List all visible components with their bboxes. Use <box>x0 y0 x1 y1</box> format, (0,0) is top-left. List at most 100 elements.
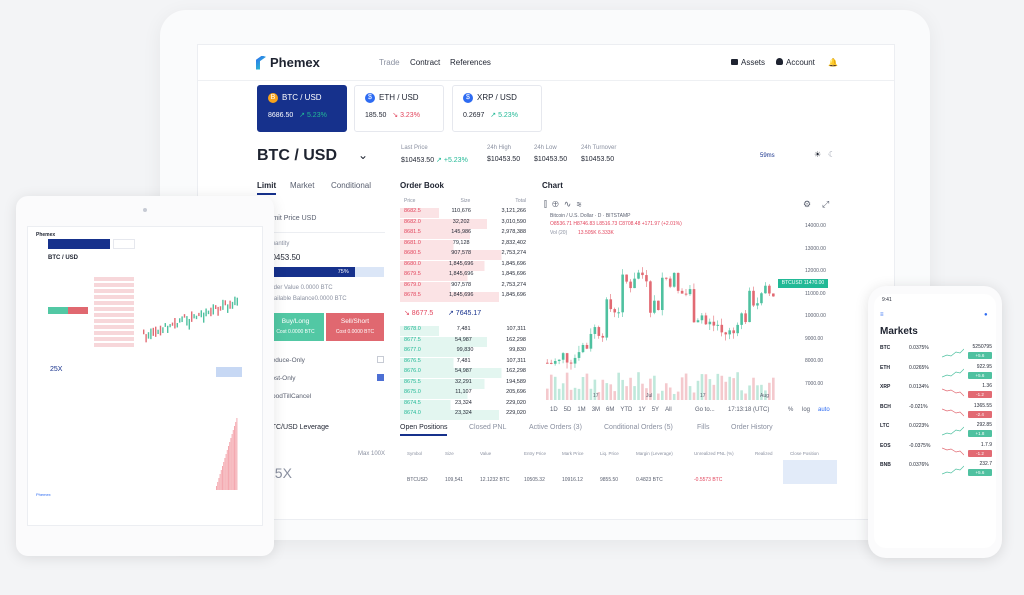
range-button[interactable]: 1Y <box>638 407 645 413</box>
order-book-row[interactable]: 8678.0 7,481 107,311 <box>400 326 530 336</box>
order-book-row[interactable]: 8682.5 110,676 3,121,266 <box>400 208 530 218</box>
ticker-btc[interactable]: B BTC / USD 8686.50 ↗ 5.23% <box>257 85 347 132</box>
candle-body <box>680 290 684 294</box>
ticker-price: 185.50 <box>365 112 387 119</box>
tablet-ticker-btc[interactable] <box>48 239 110 249</box>
tablet-close-button[interactable] <box>216 367 242 377</box>
order-book-row[interactable]: 8680.0 1,845,696 1,845,696 <box>400 260 530 271</box>
nav-account[interactable]: Account <box>776 58 815 67</box>
post-only-checkbox[interactable] <box>377 374 384 381</box>
order-book-row[interactable]: 8682.0 32,202 3,010,590 <box>400 218 530 229</box>
price-cell: 8680.0 <box>404 260 421 267</box>
order-book-row[interactable]: 8676.5 7,481 107,311 <box>400 357 530 368</box>
tab-limit[interactable]: Limit <box>257 181 277 195</box>
order-book-row[interactable]: 8679.5 1,845,696 1,845,696 <box>400 271 530 281</box>
phemex-logo[interactable]: Phemex <box>256 55 320 70</box>
positions-tab[interactable]: Order History <box>731 424 773 431</box>
menu-icon[interactable]: ≡ <box>880 312 884 318</box>
market-row[interactable]: XRP 0.0134% 1.36 -1.2 <box>880 383 992 402</box>
order-book-row[interactable]: 8674.0 23,324 229,020 <box>400 410 530 420</box>
fullscreen-icon[interactable]: ⤢ <box>822 199 829 210</box>
nav-references[interactable]: References <box>450 58 491 67</box>
order-book-row[interactable]: 8675.0 11,107 205,696 <box>400 389 530 399</box>
stat-last-price: Last Price $10453.50 ↗ +5.23% <box>401 145 468 164</box>
price-tick: 9000.00 <box>805 335 824 342</box>
notification-icon[interactable]: ● <box>984 312 988 318</box>
reduce-only-checkbox[interactable] <box>377 356 384 363</box>
percent-toggle[interactable]: % <box>788 407 793 413</box>
settings-icon[interactable]: ⚙ <box>803 199 811 210</box>
ticker-eth[interactable]: $ ETH / USD 185.50 ↘ 3.23% <box>354 85 444 132</box>
order-book-row[interactable]: 8679.0 907,578 2,753,274 <box>400 281 530 292</box>
order-book-row[interactable]: 8675.5 32,291 194,589 <box>400 378 530 389</box>
candle-body <box>756 303 759 306</box>
goto-button[interactable]: Go to... <box>695 407 715 413</box>
bell-icon[interactable]: 🔔 <box>828 58 838 67</box>
market-row[interactable]: ETH 0.0265% 922.95 +5.6 <box>880 364 992 383</box>
current-price-tag: BTCUSD 11470.00 <box>778 279 828 288</box>
chart-toolbar[interactable]: ⫿⊕∿≋ <box>544 199 587 210</box>
positions-tab[interactable]: Conditional Orders (5) <box>604 424 673 431</box>
range-button[interactable]: 1M <box>577 407 585 413</box>
ticker-xrp[interactable]: $ XRP / USD 0.2697 ↗ 5.23% <box>452 85 542 132</box>
order-book-row[interactable]: 8681.5 145,986 2,978,388 <box>400 229 530 239</box>
funding-rate: 0.0134% <box>909 384 929 390</box>
sell-short-button[interactable]: Sell/Short Cost 0.0000 BTC <box>326 313 384 341</box>
positions-cell: 12.1232 BTC <box>480 477 510 483</box>
candle-body <box>605 299 609 338</box>
tablet-ticker-eth[interactable] <box>113 239 135 249</box>
nav-trade[interactable]: Trade <box>379 58 400 67</box>
range-button[interactable]: YTD <box>620 407 632 413</box>
sparkline <box>942 447 964 455</box>
tab-market[interactable]: Market <box>290 181 314 190</box>
market-row[interactable]: LTC 0.0223% 292.85 +1.8 <box>880 422 992 441</box>
price-cell: 8680.5 <box>404 250 421 256</box>
order-book-row[interactable]: 8677.5 54,987 162,298 <box>400 336 530 347</box>
limit-price-field[interactable]: Limit Price USD <box>267 215 316 222</box>
nav-contract[interactable]: Contract <box>410 58 440 67</box>
range-button[interactable]: 5D <box>564 407 572 413</box>
buy-long-button[interactable]: Buy/Long Cost 0.0000 BTC <box>267 313 324 341</box>
log-toggle[interactable]: log <box>802 407 810 413</box>
moon-icon[interactable]: ☾ <box>828 150 835 159</box>
order-book-row[interactable]: 8678.5 1,845,696 1,845,696 <box>400 292 530 302</box>
range-button[interactable]: 1D <box>550 407 558 413</box>
order-book-row[interactable]: 8677.0 99,830 99,830 <box>400 347 530 357</box>
size-cell: 1,845,696 <box>448 292 474 298</box>
market-row[interactable]: BCH -0.021% 1365.55 -2.4 <box>880 403 992 422</box>
percent-slider[interactable]: 75% <box>267 267 384 277</box>
positions-tab[interactable]: Open Positions <box>400 424 448 436</box>
candle-body <box>561 353 565 360</box>
sun-icon[interactable]: ☀ <box>814 150 821 159</box>
order-book-row[interactable]: 8676.0 54,987 162,298 <box>400 368 530 378</box>
range-button[interactable]: 5Y <box>652 407 659 413</box>
total-cell: 107,311 <box>506 326 526 332</box>
order-book-row[interactable]: 8674.5 23,324 229,020 <box>400 399 530 410</box>
candlestick-chart[interactable] <box>542 210 836 412</box>
range-button[interactable]: 3M <box>592 407 600 413</box>
tablet-candle <box>164 323 166 327</box>
candle-body <box>760 293 763 304</box>
total-cell: 229,020 <box>506 399 526 406</box>
market-row[interactable]: BNB 0.0376% 232.7 +5.6 <box>880 461 992 480</box>
auto-toggle[interactable]: auto <box>818 407 830 413</box>
market-row[interactable]: EOS -0.0375% 1.7.9 -1.2 <box>880 442 992 461</box>
positions-tab[interactable]: Active Orders (3) <box>529 424 582 431</box>
order-book-row[interactable]: 8680.5 907,578 2,753,274 <box>400 250 530 260</box>
positions-tab[interactable]: Fills <box>697 424 709 431</box>
positions-tab[interactable]: Closed PNL <box>469 424 506 431</box>
tablet-sell-button[interactable] <box>68 307 88 314</box>
range-button[interactable]: All <box>665 407 672 413</box>
tablet-depth-bar <box>231 434 233 490</box>
tab-conditional[interactable]: Conditional <box>331 181 371 190</box>
market-row[interactable]: BTC 0.0375% 5250795 +5.6 <box>880 344 992 363</box>
candle-body <box>708 321 712 325</box>
volume-bar <box>569 389 573 400</box>
price-cell: 8682.5 <box>404 208 421 214</box>
range-button[interactable]: 6M <box>606 407 614 413</box>
order-book-row[interactable]: 8681.0 79,128 2,832,402 <box>400 239 530 250</box>
candle-body <box>724 332 728 335</box>
nav-assets[interactable]: Assets <box>731 58 765 67</box>
close-position-button[interactable] <box>783 460 837 484</box>
chevron-down-icon[interactable]: ⌄ <box>358 148 368 162</box>
